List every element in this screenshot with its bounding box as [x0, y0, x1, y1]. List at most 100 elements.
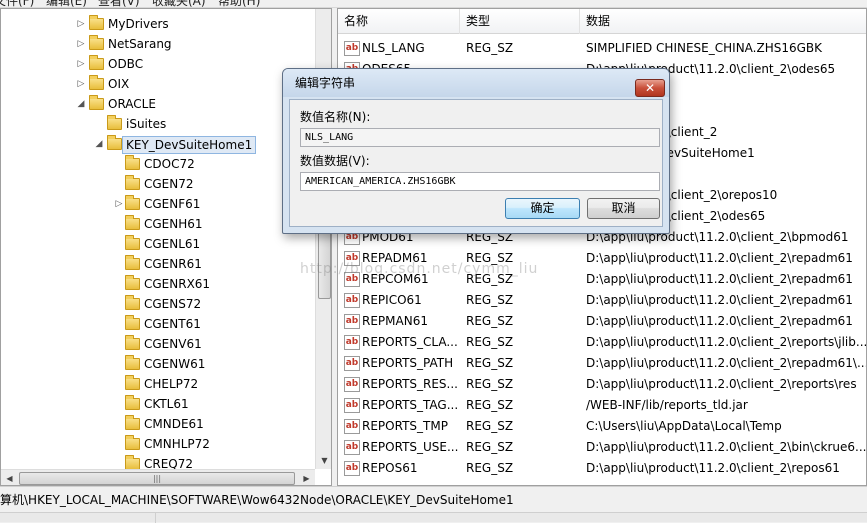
tree-item-label: CMNDE61 — [144, 417, 204, 431]
value-name: REPORTS_TAG... — [362, 398, 459, 412]
value-data: D:\app\liu\product\11.2.0\client_2\repad… — [586, 356, 867, 370]
tree-item[interactable]: CGENW61 — [1, 354, 315, 374]
tree-horizontal-scrollbar[interactable]: ◀ ||| ▶ — [1, 469, 315, 485]
tree-item[interactable]: CGENR61 — [1, 254, 315, 274]
collapse-arrow-icon[interactable]: ◢ — [93, 134, 105, 154]
dialog-titlebar[interactable]: 编辑字符串 ✕ — [283, 69, 669, 97]
tree-item-label: OIX — [108, 77, 130, 91]
scroll-down-icon[interactable]: ▼ — [316, 452, 331, 469]
value-data: D:\app\liu\product\11.2.0\client_2\repor… — [586, 335, 867, 349]
folder-icon — [125, 375, 140, 390]
registry-value-row[interactable]: ab REPMAN61 REG_SZ D:\app\liu\product\11.2.… — [338, 311, 866, 332]
folder-icon — [125, 215, 140, 230]
folder-icon — [125, 415, 140, 430]
expand-arrow-icon[interactable]: ▷ — [75, 34, 87, 54]
registry-value-row[interactable]: ab REPORTS_TAG... REG_SZ/WEB-INF/lib/repor… — [338, 395, 866, 416]
value-name: REPORTS_RES... — [362, 377, 458, 391]
value-name-label: 数值名称(N): — [300, 110, 371, 124]
value-name: REPORTS_PATH — [362, 356, 454, 370]
folder-icon — [125, 175, 140, 190]
scroll-left-icon[interactable]: ◀ — [1, 470, 18, 485]
folder-icon — [125, 255, 140, 270]
tree-item[interactable]: iSuites — [1, 114, 315, 134]
expand-arrow-icon[interactable]: ▷ — [75, 54, 87, 74]
tree-item[interactable]: ▷ NetSarang — [1, 34, 315, 54]
tree-item[interactable]: CMNHLP72 — [1, 434, 315, 454]
folder-icon — [125, 395, 140, 410]
ok-button[interactable]: 确定 — [505, 198, 580, 219]
string-value-icon: ab — [344, 314, 360, 329]
value-type: REG_SZ — [466, 461, 514, 475]
folder-icon — [125, 195, 140, 210]
tree-item-label: CGENT61 — [144, 317, 201, 331]
tree-item[interactable]: CKTL61 — [1, 394, 315, 414]
tree-item[interactable]: CGENH61 — [1, 214, 315, 234]
value-data: D:\app\liu\product\11.2.0\client_2\repad… — [586, 251, 853, 265]
string-value-icon: ab — [344, 419, 360, 434]
tree-item-label: CGENS72 — [144, 297, 202, 311]
close-icon[interactable]: ✕ — [635, 79, 665, 97]
tree-item[interactable]: CGENL61 — [1, 234, 315, 254]
tree-item-label: CGENH61 — [144, 217, 203, 231]
folder-icon — [125, 295, 140, 310]
tree-item-label: CKTL61 — [144, 397, 189, 411]
tree-item-label: CGENL61 — [144, 237, 201, 251]
column-data-header[interactable]: 数据 — [580, 9, 866, 34]
folder-icon — [125, 155, 140, 170]
registry-value-row[interactable]: ab REPORTS_CLA... REG_SZ D:\app\liu\product… — [338, 332, 867, 353]
watermark: http://blog.csdn.net/cymm_liu — [300, 261, 539, 277]
registry-value-row[interactable]: ab REPICO61 REG_SZ D:\app\liu\product\11.2.… — [338, 290, 866, 311]
registry-value-row[interactable]: ab REPOS61 REG_SZ D:\app\liu\product\11.2.0… — [338, 458, 866, 479]
tree-item-label: CGENR61 — [144, 257, 202, 271]
value-data: D:\app\liu\product\11.2.0\client_2\repad… — [586, 272, 853, 286]
tree-item[interactable]: ▷ OIX — [1, 74, 315, 94]
value-type: REG_SZ — [466, 314, 514, 328]
menu-bar: 文件(F) 编辑(E) 查看(V) 收藏夹(A) 帮助(H) — [0, 0, 867, 8]
tree-item-label: NetSarang — [108, 37, 172, 51]
tree-item-label: MyDrivers — [108, 17, 169, 31]
column-name-header[interactable]: 名称 — [338, 9, 460, 34]
dialog-title: 编辑字符串 — [295, 76, 356, 90]
expand-arrow-icon[interactable]: ▷ — [75, 14, 87, 34]
folder-icon — [89, 55, 104, 70]
tree-item[interactable]: CMNDE61 — [1, 414, 315, 434]
value-name: REPORTS_TMP — [362, 419, 448, 433]
collapse-arrow-icon[interactable]: ◢ — [75, 94, 87, 114]
tree-item[interactable]: ▷ CGENF61 — [1, 194, 315, 214]
tree-item[interactable]: ◢ KEY_DevSuiteHome1 — [1, 134, 315, 154]
value-type: REG_SZ — [466, 419, 514, 433]
registry-value-row[interactable]: ab REPORTS_TMP REG_SZ C:\Users\liu\AppData\… — [338, 416, 866, 437]
value-data: /WEB-INF/lib/reports_tld.jar — [586, 398, 748, 412]
value-type: REG_SZ — [466, 293, 514, 307]
registry-value-row[interactable]: ab REPORTS_USE... REG_SZ D:\app\liu\product… — [338, 437, 866, 458]
value-data: C:\Users\liu\AppData\Local\Temp — [586, 419, 782, 433]
tree-item-label: iSuites — [126, 117, 167, 131]
tree-item[interactable]: ◢ ORACLE — [1, 94, 315, 114]
tree-item[interactable]: CGENT61 — [1, 314, 315, 334]
tree-item[interactable]: CGENS72 — [1, 294, 315, 314]
cancel-button[interactable]: 取消 — [587, 198, 660, 219]
registry-value-row[interactable]: ab REPORTS_RES... REG_SZ D:\app\liu\product… — [338, 374, 866, 395]
expand-arrow-icon[interactable]: ▷ — [75, 74, 87, 94]
registry-value-row[interactable]: ab REPORTS_PATH REG_SZ D:\app\liu\product\1… — [338, 353, 867, 374]
tree-item[interactable]: CGENRX61 — [1, 274, 315, 294]
status-bar: 算机\HKEY_LOCAL_MACHINE\SOFTWARE\Wow6432No… — [0, 486, 867, 512]
scroll-right-icon[interactable]: ▶ — [298, 470, 315, 485]
tree-item[interactable]: ▷ MyDrivers — [1, 14, 315, 34]
column-type-header[interactable]: 类型 — [460, 9, 580, 34]
folder-icon — [125, 275, 140, 290]
tree-item[interactable]: CGEN72 — [1, 174, 315, 194]
edit-string-dialog: 编辑字符串 ✕ 数值名称(N): NLS_LANG 数值数据(V): AMERI… — [282, 68, 670, 234]
value-name: REPICO61 — [362, 293, 422, 307]
expand-arrow-icon[interactable]: ▷ — [113, 194, 125, 214]
folder-icon — [107, 135, 122, 150]
tree-item-label: CHELP72 — [144, 377, 199, 391]
string-value-icon: ab — [344, 461, 360, 476]
tree-item[interactable]: CGENV61 — [1, 334, 315, 354]
tree-hscroll-thumb[interactable]: ||| — [19, 472, 295, 485]
tree-item[interactable]: CHELP72 — [1, 374, 315, 394]
tree-item[interactable]: ▷ ODBC — [1, 54, 315, 74]
tree-item[interactable]: CDOC72 — [1, 154, 315, 174]
registry-value-row[interactable]: ab NLS_LANG REG_SZ SIMPLIFIED CHINESE_CHINA… — [338, 38, 866, 59]
value-data-input[interactable]: AMERICAN_AMERICA.ZHS16GBK — [300, 172, 660, 191]
